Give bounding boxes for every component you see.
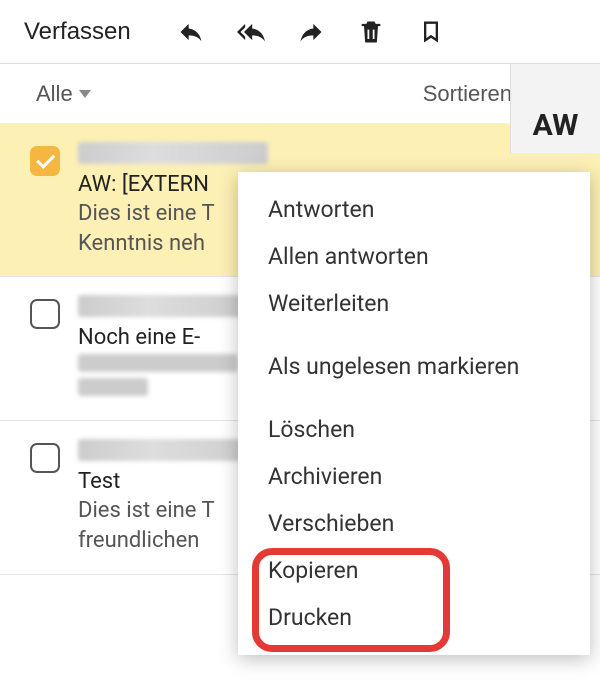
trash-icon[interactable] bbox=[343, 8, 399, 56]
ctx-separator bbox=[238, 390, 590, 406]
ctx-reply[interactable]: Antworten bbox=[238, 186, 590, 233]
ctx-print[interactable]: Drucken bbox=[238, 594, 590, 641]
bookmark-icon[interactable] bbox=[403, 8, 459, 56]
reply-all-icon[interactable] bbox=[223, 8, 279, 56]
main-toolbar: Verfassen bbox=[0, 0, 600, 64]
ctx-copy[interactable]: Kopieren bbox=[238, 547, 590, 594]
message-checkbox[interactable] bbox=[30, 146, 60, 176]
filter-all-button[interactable]: Alle bbox=[36, 81, 91, 107]
context-menu: Antworten Allen antworten Weiterleiten A… bbox=[238, 172, 590, 655]
ctx-delete[interactable]: Löschen bbox=[238, 406, 590, 453]
preview-pane-header: AW bbox=[510, 64, 600, 154]
caret-down-icon bbox=[79, 90, 91, 98]
forward-icon[interactable] bbox=[283, 8, 339, 56]
ctx-reply-all[interactable]: Allen antworten bbox=[238, 233, 590, 280]
sender-blurred bbox=[78, 142, 268, 164]
filter-all-label: Alle bbox=[36, 81, 73, 107]
ctx-mark-unread[interactable]: Als ungelesen markieren bbox=[238, 343, 590, 390]
compose-button[interactable]: Verfassen bbox=[8, 10, 147, 54]
ctx-move[interactable]: Verschieben bbox=[238, 500, 590, 547]
reply-icon[interactable] bbox=[163, 8, 219, 56]
message-checkbox[interactable] bbox=[30, 443, 60, 473]
ctx-forward[interactable]: Weiterleiten bbox=[238, 280, 590, 327]
message-checkbox[interactable] bbox=[30, 299, 60, 329]
sort-label: Sortieren bbox=[423, 81, 512, 107]
sender-blurred bbox=[78, 439, 263, 461]
ctx-archive[interactable]: Archivieren bbox=[238, 453, 590, 500]
ctx-separator bbox=[238, 327, 590, 343]
sender-blurred bbox=[78, 295, 253, 317]
